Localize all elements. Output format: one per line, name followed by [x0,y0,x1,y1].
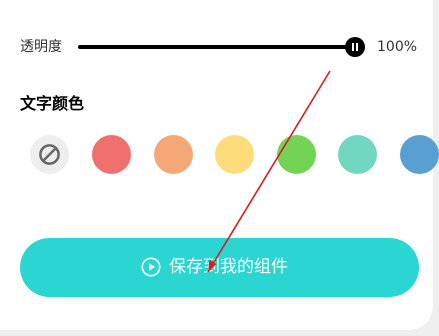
opacity-label: 透明度 [20,39,62,55]
widget-settings-panel: 透明度 100% 文字颜色 保存到我的组件 [0,0,439,330]
color-swatch-red[interactable] [92,135,131,174]
color-swatch-green[interactable] [277,135,316,174]
color-swatch-teal[interactable] [338,135,377,174]
opacity-slider[interactable] [78,36,368,58]
play-circle-icon [141,257,161,277]
save-button-label: 保存到我的组件 [169,257,288,277]
color-swatch-orange[interactable] [154,135,193,174]
opacity-slider-track[interactable] [78,45,356,49]
no-color-icon [39,144,60,165]
text-color-title: 文字颜色 [20,94,85,113]
color-swatch-blue[interactable] [400,135,439,174]
color-swatch-none[interactable] [30,135,69,174]
opacity-value: 100% [377,39,418,55]
color-swatch-yellow[interactable] [215,135,254,174]
save-to-my-widgets-button[interactable]: 保存到我的组件 [20,238,419,297]
opacity-slider-thumb[interactable] [345,37,365,57]
